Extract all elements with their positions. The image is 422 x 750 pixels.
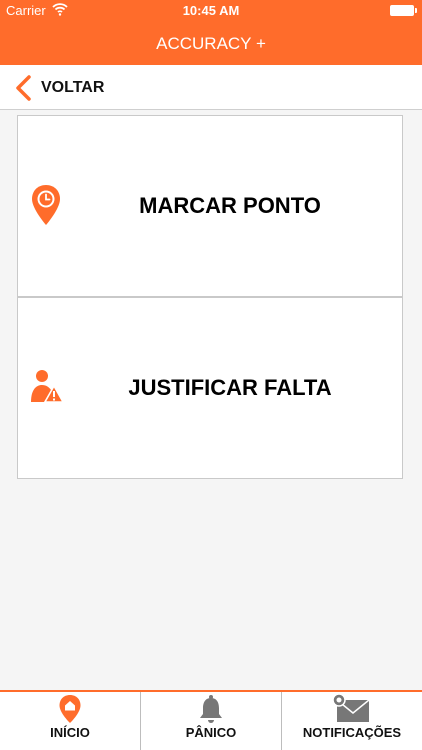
justificar-falta-card[interactable]: JUSTIFICAR FALTA	[17, 297, 403, 479]
tab-bar: INÍCIO PÂNICO NOTIFICAÇÕES	[0, 690, 422, 750]
back-button[interactable]: VOLTAR	[41, 79, 104, 97]
bell-icon	[141, 694, 281, 724]
battery-icon	[390, 5, 417, 16]
mail-notification-icon	[282, 693, 422, 724]
home-pin-icon	[0, 694, 140, 724]
app-header: ACCURACY +	[0, 20, 422, 65]
tab-panico-label: PÂNICO	[185, 725, 237, 740]
tab-notificacoes[interactable]: NOTIFICAÇÕES	[282, 692, 422, 750]
chevron-left-icon[interactable]	[14, 75, 34, 106]
app-title: ACCURACY +	[156, 34, 266, 53]
status-bar: Carrier 10:45 AM	[0, 0, 422, 20]
back-bar[interactable]: VOLTAR	[0, 65, 422, 110]
marcar-ponto-label: MARCAR PONTO	[139, 193, 321, 218]
tab-inicio[interactable]: INÍCIO	[0, 692, 141, 750]
tab-panico[interactable]: PÂNICO	[141, 692, 282, 750]
justificar-falta-label: JUSTIFICAR FALTA	[128, 375, 332, 400]
marcar-ponto-card[interactable]: MARCAR PONTO	[17, 115, 403, 297]
status-time: 10:45 AM	[182, 3, 240, 18]
tab-inicio-label: INÍCIO	[50, 725, 90, 740]
tab-notificacoes-label: NOTIFICAÇÕES	[302, 725, 402, 740]
